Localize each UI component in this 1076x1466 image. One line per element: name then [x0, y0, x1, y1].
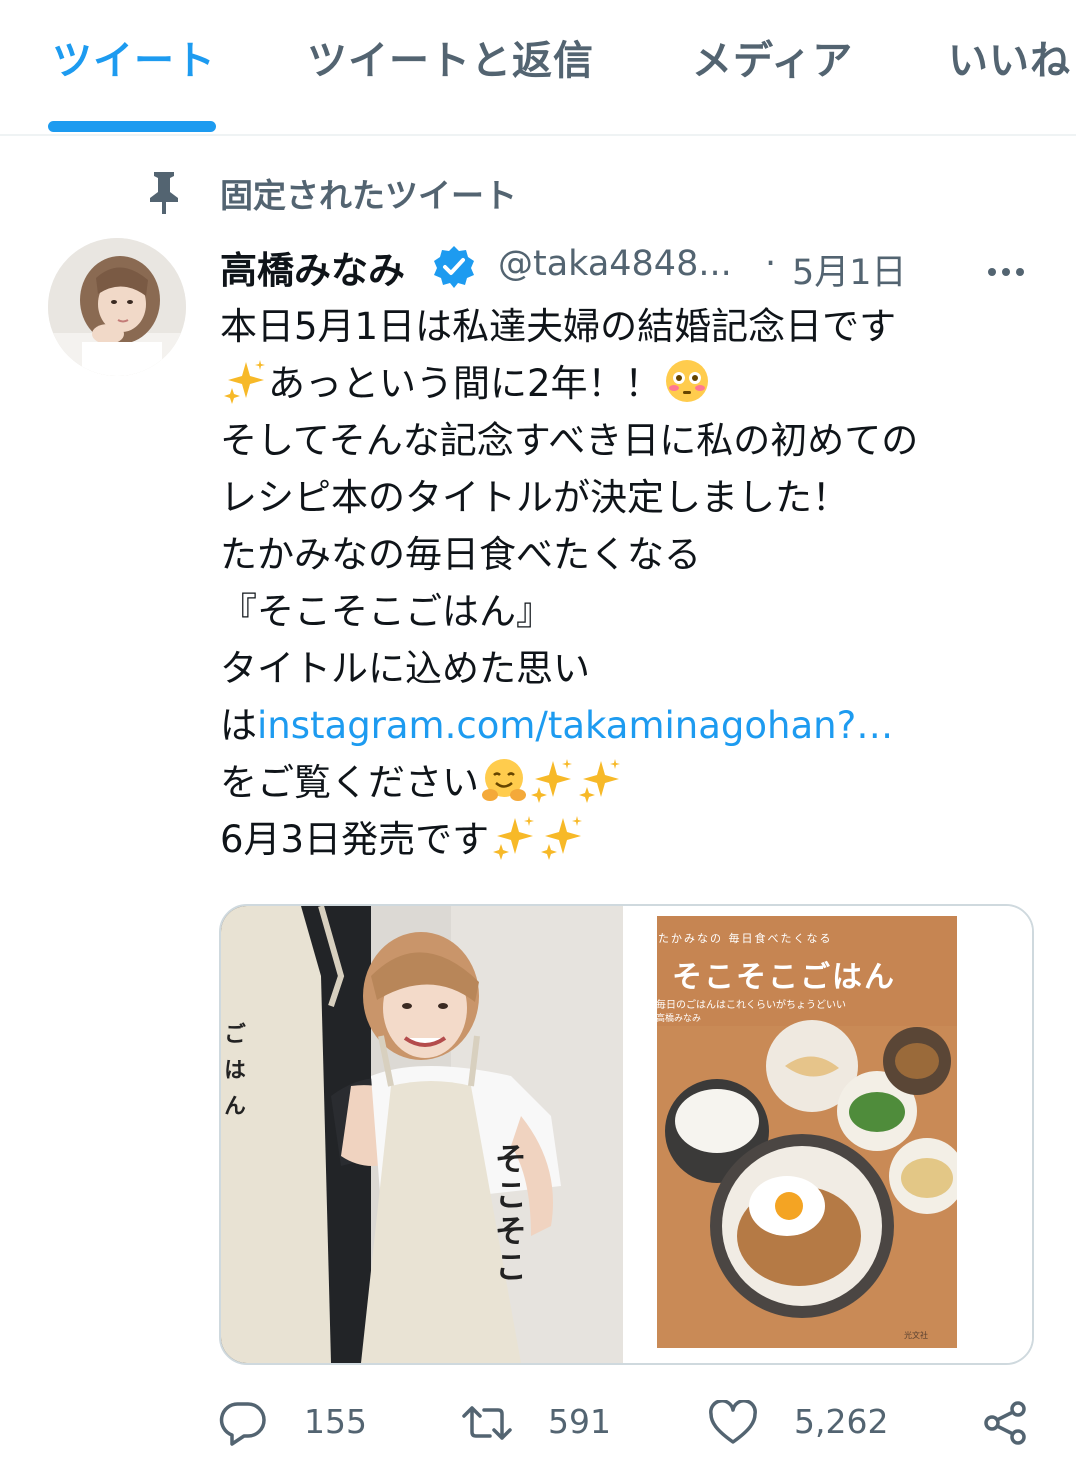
more-options-icon[interactable] [982, 248, 1030, 288]
media-photo-left[interactable] [221, 906, 623, 1363]
tweet-text-segment: は [220, 704, 257, 747]
profile-tabs: ツイート ツイートと返信 メディア いいね [0, 0, 1076, 136]
sparkles-emoji-icon [531, 759, 572, 803]
display-name[interactable]: 高橋みなみ [220, 240, 405, 294]
sparkles-emoji-icon [224, 360, 265, 404]
tweet-text-line: あっという間に2年！！ [220, 355, 1040, 412]
tweet-media [219, 904, 1034, 1365]
tweet-text-segment: をご覧ください [220, 761, 479, 804]
book-cover-subtitle: たかみなの 毎日食べたくなる [658, 932, 833, 945]
heart-icon [709, 1400, 757, 1444]
tweet-text-line: レシピ本のタイトルが決定しました！ [220, 476, 849, 519]
instagram-link[interactable]: instagram.com/takaminagohan?… [257, 704, 893, 747]
reply-count: 155 [304, 1402, 367, 1441]
book-cover-publisher: 光文社 [904, 1331, 928, 1340]
retweet-icon [462, 1406, 512, 1440]
header-separator: · [765, 244, 777, 284]
tab-media[interactable]: メディア [692, 28, 853, 86]
like-count: 5,262 [794, 1402, 889, 1441]
tweet-text-line: 『そこそこごはん』 [220, 590, 553, 633]
flushed-face-emoji-icon [665, 360, 708, 402]
tweet-header: 高橋みなみ @taka4848... · 5月1日 [220, 240, 1040, 295]
book-cover-title: そこそこごはん [672, 960, 896, 995]
tweet-text-line: をご覧ください [220, 754, 1040, 811]
pin-icon [150, 172, 178, 214]
tweet-text-line: はinstagram.com/takaminagohan?… [220, 697, 1040, 754]
tweet-text-line: タイトルに込めた思い [220, 647, 590, 690]
sparkles-emoji-icon [579, 759, 620, 803]
verified-badge-icon [434, 246, 474, 288]
tweet-timestamp[interactable]: 5月1日 [792, 244, 907, 295]
hugging-face-emoji-icon [482, 759, 526, 801]
tweet-text-line: 本日5月1日は私達夫婦の結婚記念日です [220, 305, 897, 348]
avatar[interactable] [48, 238, 186, 376]
share-icon [984, 1401, 1026, 1445]
reply-icon [219, 1402, 266, 1446]
user-handle[interactable]: @taka4848... [498, 244, 743, 284]
sparkles-emoji-icon [541, 816, 583, 860]
tweet-text-line: 6月3日発売です [220, 811, 1040, 868]
tweet-text-line: たかみなの毎日食べたくなる [220, 533, 701, 576]
avatar-photo [48, 238, 186, 376]
sparkles-emoji-icon [493, 816, 535, 860]
tweet-text: 本日5月1日は私達夫婦の結婚記念日です あっという間に2年！！ そしてそんな記念… [220, 298, 1040, 868]
pinned-label-text: 固定されたツイート [220, 176, 517, 215]
apron-print-text: ごはん [220, 1022, 245, 1130]
apron-print-text: そこそこ [490, 1142, 528, 1286]
tab-likes[interactable]: いいね [948, 28, 1071, 86]
tweet-text-line: そしてそんな記念すべき日に私の初めての [220, 419, 919, 462]
active-tab-indicator [48, 121, 216, 132]
tweet-text-segment: 6月3日発売です [220, 818, 490, 861]
tweet-text-segment: あっという間に2年！！ [268, 362, 662, 405]
retweet-count: 591 [548, 1402, 611, 1441]
like-button[interactable]: 5,262 [708, 1392, 898, 1456]
share-button[interactable] [980, 1392, 1036, 1456]
tweet-actions: 155 591 5,262 [0, 1392, 1076, 1456]
book-cover-tagline: 毎日のごはんはこれくらいがちょうどいい [656, 1000, 846, 1011]
tab-tweets[interactable]: ツイート [52, 28, 216, 86]
reply-button[interactable]: 155 [218, 1392, 378, 1456]
book-cover-author: 高橋みなみ [656, 1014, 702, 1024]
retweet-button[interactable]: 591 [462, 1392, 622, 1456]
tab-tweets-and-replies[interactable]: ツイートと返信 [307, 28, 594, 86]
pinned-tweet-label: 固定されたツイート [0, 162, 1076, 222]
